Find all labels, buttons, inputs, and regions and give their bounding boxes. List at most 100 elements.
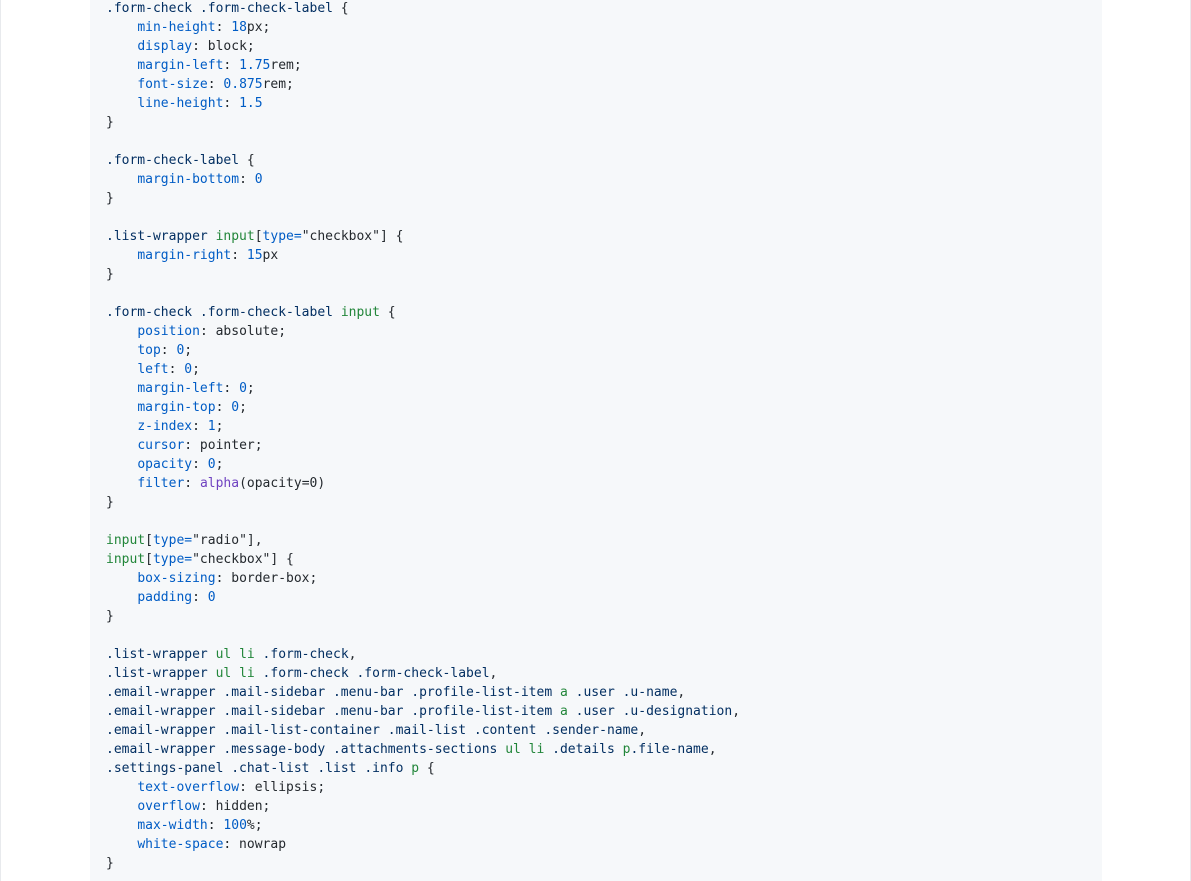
- code-line: }: [106, 854, 1102, 873]
- code-token: 15: [246, 248, 263, 263]
- code-token: margin-right: [137, 248, 232, 263]
- code-token: .form-check: [262, 666, 349, 681]
- code-token: : block;: [192, 39, 255, 54]
- code-token: .attachments-sections: [332, 742, 498, 757]
- code-token: :: [192, 457, 208, 472]
- code-token: line-height: [137, 96, 224, 111]
- code-token: .info: [364, 761, 404, 776]
- code-token: :: [168, 362, 185, 377]
- code-token: .menu-bar: [332, 704, 404, 719]
- code-token: :: [192, 590, 208, 605]
- code-line: .form-check .form-check-label input {: [106, 303, 1102, 322]
- code-token: :: [223, 58, 240, 73]
- code-line: margin-top: 0;: [106, 398, 1102, 417]
- code-line: margin-bottom: 0: [106, 170, 1102, 189]
- code-token: "checkbox": [301, 229, 380, 244]
- code-token: ] {: [270, 552, 294, 567]
- code-token: input: [340, 305, 380, 320]
- code-token: rem;: [262, 77, 294, 92]
- code-token: [: [145, 533, 153, 548]
- code-token: p: [411, 761, 420, 776]
- code-line: top: 0;: [106, 341, 1102, 360]
- code-token: ,: [638, 723, 647, 738]
- code-token: 0: [207, 590, 216, 605]
- code-token: ],: [246, 533, 263, 548]
- code-token: top: [137, 343, 161, 358]
- code-token: input: [106, 533, 146, 548]
- code-token: ;: [215, 419, 224, 434]
- code-token: :: [231, 248, 247, 263]
- code-line: min-height: 18px;: [106, 18, 1102, 37]
- code-token: :: [215, 20, 232, 35]
- code-line: .list-wrapper ul li .form-check .form-ch…: [106, 664, 1102, 683]
- code-token: 0: [184, 362, 193, 377]
- code-token: :: [184, 476, 200, 491]
- code-line: .form-check-label {: [106, 151, 1102, 170]
- code-line: ​: [106, 512, 1102, 531]
- code-token: 0: [254, 172, 263, 187]
- code-line: line-height: 1.5: [106, 94, 1102, 113]
- code-token: :: [239, 172, 255, 187]
- code-token: : nowrap: [223, 837, 287, 852]
- code-token: max-width: [137, 818, 208, 833]
- code-token: box-sizing: [137, 571, 216, 586]
- code-token: }: [106, 609, 114, 624]
- code-token: .message-body: [223, 742, 326, 757]
- code-token: ul: [505, 742, 521, 757]
- code-token: filter: [137, 476, 185, 491]
- code-line: margin-left: 1.75rem;: [106, 56, 1102, 75]
- code-token: .profile-list-item: [411, 704, 553, 719]
- code-token: "radio": [192, 533, 247, 548]
- code-token: cursor: [137, 438, 185, 453]
- code-token: {: [419, 761, 435, 776]
- code-line: input[type="checkbox"] {: [106, 550, 1102, 569]
- code-token: 0: [207, 457, 216, 472]
- code-token: :: [223, 96, 240, 111]
- code-token: }: [106, 495, 114, 510]
- code-line: left: 0;: [106, 360, 1102, 379]
- code-line: }: [106, 189, 1102, 208]
- code-token: : pointer;: [184, 438, 263, 453]
- code-token: font-size: [137, 77, 208, 92]
- code-listing: .form-check .form-check-label { min-heig…: [90, 0, 1102, 873]
- code-token: ;: [246, 381, 255, 396]
- code-token: : ellipsis;: [239, 780, 326, 795]
- code-token: .content: [473, 723, 537, 738]
- code-line: .list-wrapper ul li .form-check,: [106, 645, 1102, 664]
- code-token: ,: [708, 742, 717, 757]
- code-token: :: [160, 343, 177, 358]
- code-line: padding: 0: [106, 588, 1102, 607]
- code-token: .form-check-label: [106, 153, 240, 168]
- code-token: type=: [262, 229, 302, 244]
- code-token: position: [137, 324, 200, 339]
- code-line: filter: alpha(opacity=0): [106, 474, 1102, 493]
- code-token: li: [528, 742, 545, 757]
- code-line: overflow: hidden;: [106, 797, 1102, 816]
- code-token: .list-wrapper: [106, 647, 208, 662]
- code-token: input: [106, 552, 146, 567]
- code-token: margin-left: [137, 381, 224, 396]
- code-token: margin-top: [137, 400, 216, 415]
- code-token: .mail-sidebar: [223, 685, 326, 700]
- code-token: 100: [223, 818, 247, 833]
- code-token: text-overflow: [137, 780, 240, 795]
- code-token: {: [239, 153, 255, 168]
